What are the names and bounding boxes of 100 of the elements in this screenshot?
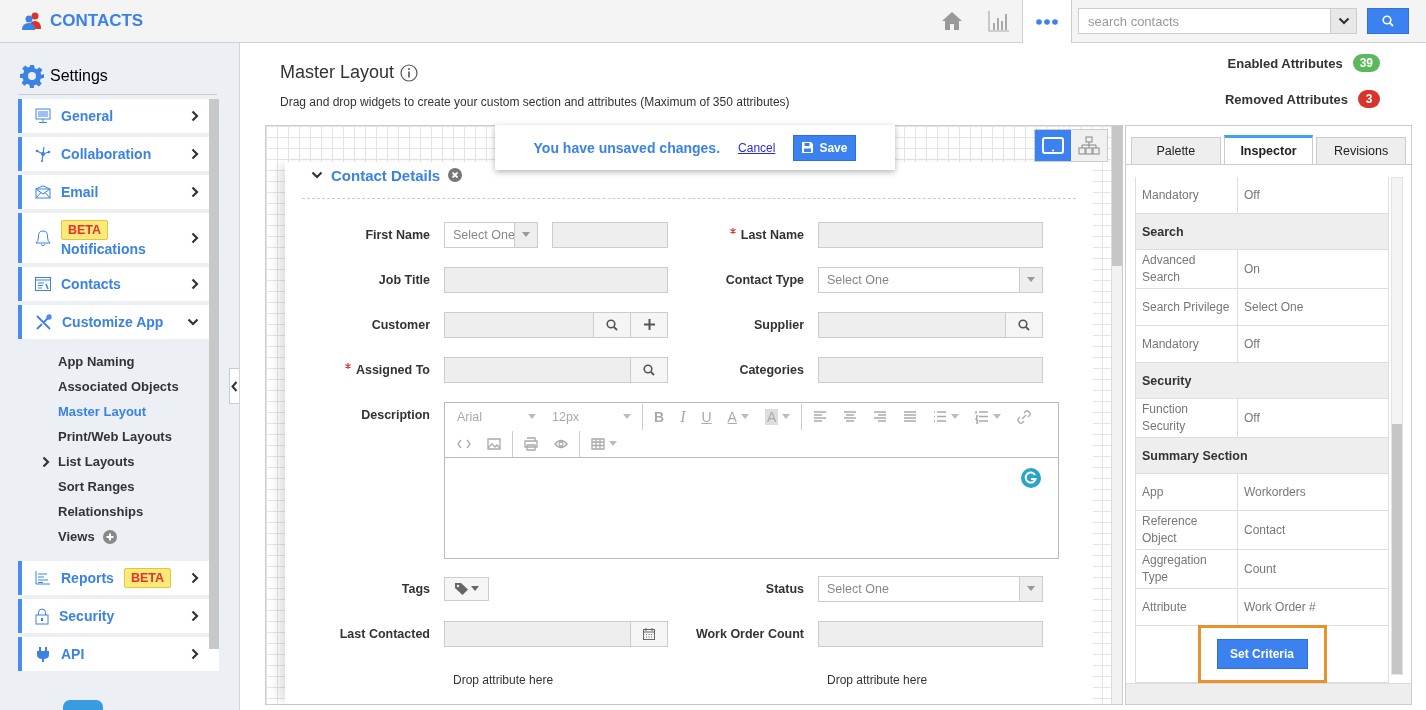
field-label: Assigned To: [355, 362, 430, 377]
text-field[interactable]: [444, 620, 631, 647]
beta-badge: BETA: [123, 568, 171, 588]
sidebar-subitem[interactable]: List Layouts: [18, 449, 209, 474]
nav-tab[interactable]: [1022, 0, 1072, 43]
underline-button[interactable]: U: [693, 403, 720, 430]
bold-button[interactable]: B: [646, 403, 673, 430]
sidebar-subitem[interactable]: App Naming: [18, 349, 209, 374]
more-icon[interactable]: [1036, 18, 1058, 25]
dropdown-button[interactable]: [1330, 9, 1356, 33]
calendar-button[interactable]: [631, 620, 668, 647]
search-icon: [643, 363, 655, 376]
save-button[interactable]: Save: [793, 134, 857, 161]
field-label: Supplier: [754, 317, 804, 332]
settings-title: Settings: [50, 67, 108, 85]
justify-icon: [903, 409, 918, 424]
set-criteria-button[interactable]: Set Criteria: [1216, 639, 1308, 669]
salutation-select[interactable]: Select One: [444, 221, 538, 248]
sidebar-subitem[interactable]: Associated Objects: [18, 374, 209, 399]
tags-button[interactable]: [444, 576, 489, 601]
sidebar-item[interactable]: Customize App: [18, 305, 209, 339]
select-field[interactable]: Select One: [818, 575, 1043, 602]
field-label: First Name: [365, 227, 430, 242]
property-name: Aggregation Type: [1141, 552, 1208, 586]
sidebar-item[interactable]: BETA Notifications: [18, 213, 209, 263]
panel-tab[interactable]: Inspector: [1223, 135, 1314, 164]
property-name: Mandatory: [1141, 186, 1200, 204]
sidebar-item[interactable]: Email: [18, 175, 209, 209]
text-field[interactable]: [818, 620, 1043, 647]
property-value[interactable]: Contact: [1237, 511, 1388, 549]
text-field[interactable]: [444, 311, 594, 338]
field-label: Work Order Count: [695, 626, 804, 641]
section-title[interactable]: Contact Details: [331, 166, 441, 184]
field-label: Last Contacted: [339, 626, 430, 641]
add-button[interactable]: [631, 311, 668, 338]
text-field[interactable]: [444, 356, 631, 383]
property-value[interactable]: Off: [1237, 326, 1388, 362]
panel-tab[interactable]: Revisions: [1316, 137, 1406, 164]
search-field[interactable]: search contacts: [1078, 8, 1357, 34]
text-field[interactable]: [444, 266, 668, 293]
monitor-icon: [1042, 136, 1064, 155]
font-select[interactable]: Arial: [449, 403, 544, 430]
view-toggle-button[interactable]: [1071, 130, 1107, 161]
counter-label: Removed Attributes: [1224, 91, 1348, 107]
home-icon[interactable]: [940, 11, 963, 31]
property-value[interactable]: Workorders: [1237, 474, 1388, 510]
sidebar-subitem[interactable]: Views: [18, 524, 209, 549]
remove-icon[interactable]: [448, 168, 463, 182]
scrollbar-thumb[interactable]: [1112, 126, 1122, 266]
sidebar-item[interactable]: Contacts: [18, 267, 209, 301]
hierarchy-icon: [1078, 135, 1100, 156]
cancel-link[interactable]: Cancel: [738, 140, 776, 155]
card-icon: [35, 277, 51, 291]
settings-icon: [20, 64, 44, 88]
select-field[interactable]: Select One: [818, 266, 1043, 293]
property-value[interactable]: Off: [1237, 399, 1388, 437]
text-field[interactable]: [818, 311, 1006, 338]
beta-badge: BETA: [61, 219, 109, 240]
panel-tab[interactable]: Palette: [1131, 137, 1221, 164]
sidebar-subitem[interactable]: Master Layout: [18, 399, 209, 424]
collapse-handle[interactable]: [229, 368, 239, 404]
property-name: Reference Object: [1141, 513, 1199, 547]
scrollbar[interactable]: [1391, 177, 1403, 675]
caret-icon: [528, 414, 536, 419]
caret-icon: [522, 232, 530, 237]
search-button[interactable]: [1367, 8, 1409, 34]
size-select[interactable]: 12px: [544, 403, 639, 430]
chevron-right-icon: [42, 455, 50, 468]
caret-icon: [993, 414, 1002, 419]
text-field[interactable]: [818, 221, 1043, 248]
sidebar-item[interactable]: Security: [18, 599, 209, 633]
sidebar-subitem[interactable]: Relationships: [18, 499, 209, 524]
property-value[interactable]: Work Order #: [1237, 589, 1388, 625]
property-value[interactable]: Select One: [1237, 289, 1388, 325]
field-label: Last Name: [740, 227, 804, 242]
tools-icon: [35, 313, 52, 331]
sidebar-subitem[interactable]: Print/Web Layouts: [18, 424, 209, 449]
caret-icon: [623, 414, 631, 419]
scrollbar[interactable]: [1111, 126, 1122, 704]
property-value[interactable]: Off: [1237, 177, 1388, 213]
sidebar-item[interactable]: Reports BETA: [18, 561, 209, 595]
field-label: Tags: [401, 581, 430, 596]
bar-chart-icon[interactable]: [987, 10, 1010, 32]
caret-icon: [951, 414, 960, 419]
text-field[interactable]: [818, 356, 1043, 383]
field-label: Categories: [739, 362, 804, 377]
property-value[interactable]: Count: [1237, 550, 1388, 588]
view-toggle-button[interactable]: [1035, 130, 1071, 161]
sidebar-item[interactable]: General: [18, 99, 209, 133]
text-field[interactable]: [552, 221, 668, 248]
sidebar-item[interactable]: API: [18, 637, 209, 671]
page-subtitle: Drag and drop widgets to create your custom section and attributes (Maximum of 350 attributes): [280, 95, 790, 109]
font-color-button[interactable]: A: [719, 403, 757, 430]
italic-button[interactable]: I: [672, 403, 694, 430]
sidebar-subitem[interactable]: Sort Ranges: [18, 474, 209, 499]
property-value[interactable]: On: [1237, 250, 1388, 288]
sidebar-item[interactable]: Collaboration: [18, 137, 209, 171]
bell-icon: [35, 229, 51, 247]
scrollbar-thumb[interactable]: [1392, 424, 1402, 674]
search-input[interactable]: search contacts: [1079, 9, 1330, 33]
